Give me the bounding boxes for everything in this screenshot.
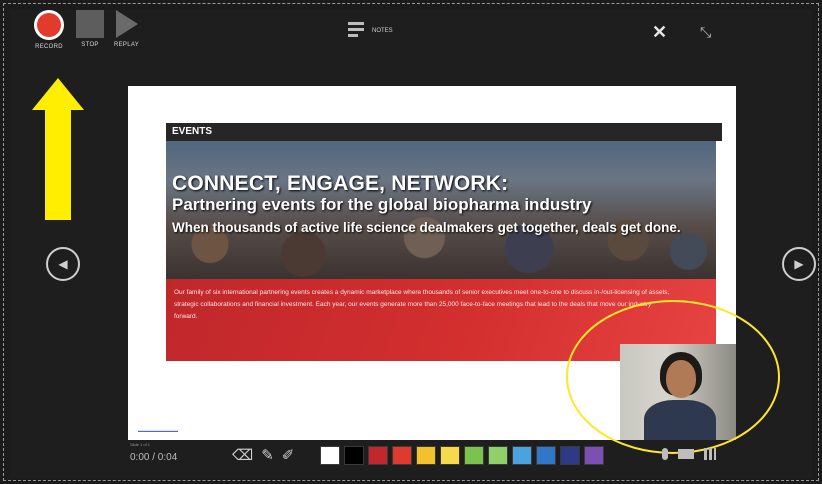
chevron-right-icon: ▶ (794, 257, 804, 271)
recording-timer: 0:00 / 0:04 (130, 452, 178, 463)
pen-tools: ⌫ ✎ ✐ (232, 446, 294, 464)
ink-color-swatch[interactable] (560, 446, 580, 465)
ink-color-swatch[interactable] (368, 446, 388, 465)
ink-color-swatch[interactable] (584, 446, 604, 465)
next-slide-button[interactable]: ▶ (782, 247, 816, 281)
close-icon[interactable]: ✕ (652, 22, 667, 43)
eraser-icon[interactable]: ⌫ (232, 446, 253, 464)
slide-banner: EVENTS (166, 123, 722, 141)
notes-button[interactable]: NOTES (348, 22, 393, 40)
ink-color-swatch[interactable] (320, 446, 340, 465)
shrink-icon[interactable]: ⤡ (700, 24, 711, 41)
microphone-icon[interactable] (662, 448, 668, 460)
yellow-circle-annotation (566, 300, 780, 454)
record-icon (34, 10, 64, 40)
chevron-left-icon: ◀ (58, 257, 68, 271)
previous-slide-button[interactable]: ◀ (46, 247, 80, 281)
ink-color-palette (320, 446, 604, 465)
stop-label: STOP (81, 42, 99, 48)
ink-color-swatch[interactable] (344, 446, 364, 465)
notes-icon (348, 22, 364, 40)
slide-body-text: Our family of six international partneri… (174, 289, 670, 320)
replay-label: REPLAY (114, 42, 140, 48)
slide-count: Slide 1 of 1 (130, 442, 151, 447)
record-button[interactable]: RECORD (34, 10, 64, 50)
notes-label: NOTES (372, 28, 393, 34)
play-icon (115, 10, 138, 38)
pen-icon[interactable]: ✎ (261, 446, 274, 464)
stop-icon (76, 10, 104, 38)
slide-tagline: When thousands of active life science de… (172, 220, 681, 235)
slide-subheadline: Partnering events for the global biophar… (172, 195, 592, 214)
record-label: RECORD (35, 44, 63, 50)
camera-preview-icon[interactable] (704, 448, 716, 460)
stop-button[interactable]: STOP (76, 10, 104, 48)
ink-color-swatch[interactable] (392, 446, 412, 465)
yellow-arrow-annotation (32, 78, 84, 220)
recording-window: RECORD STOP REPLAY NOTES ✕ ⤡ ◀ ▶ EVENTS … (10, 10, 816, 478)
highlighter-icon[interactable]: ✐ (282, 446, 295, 464)
media-controls (662, 446, 716, 460)
ink-color-swatch[interactable] (488, 446, 508, 465)
slide-headline: CONNECT, ENGAGE, NETWORK: (172, 172, 509, 195)
ink-color-swatch[interactable] (464, 446, 484, 465)
slide-footer-link: ▬▬▬▬▬▬▬▬▬▬ (138, 428, 178, 433)
ink-color-swatch[interactable] (440, 446, 460, 465)
ink-color-swatch[interactable] (512, 446, 532, 465)
ink-color-swatch[interactable] (536, 446, 556, 465)
camera-icon[interactable] (678, 449, 694, 459)
ink-color-swatch[interactable] (416, 446, 436, 465)
replay-button[interactable]: REPLAY (114, 10, 139, 48)
